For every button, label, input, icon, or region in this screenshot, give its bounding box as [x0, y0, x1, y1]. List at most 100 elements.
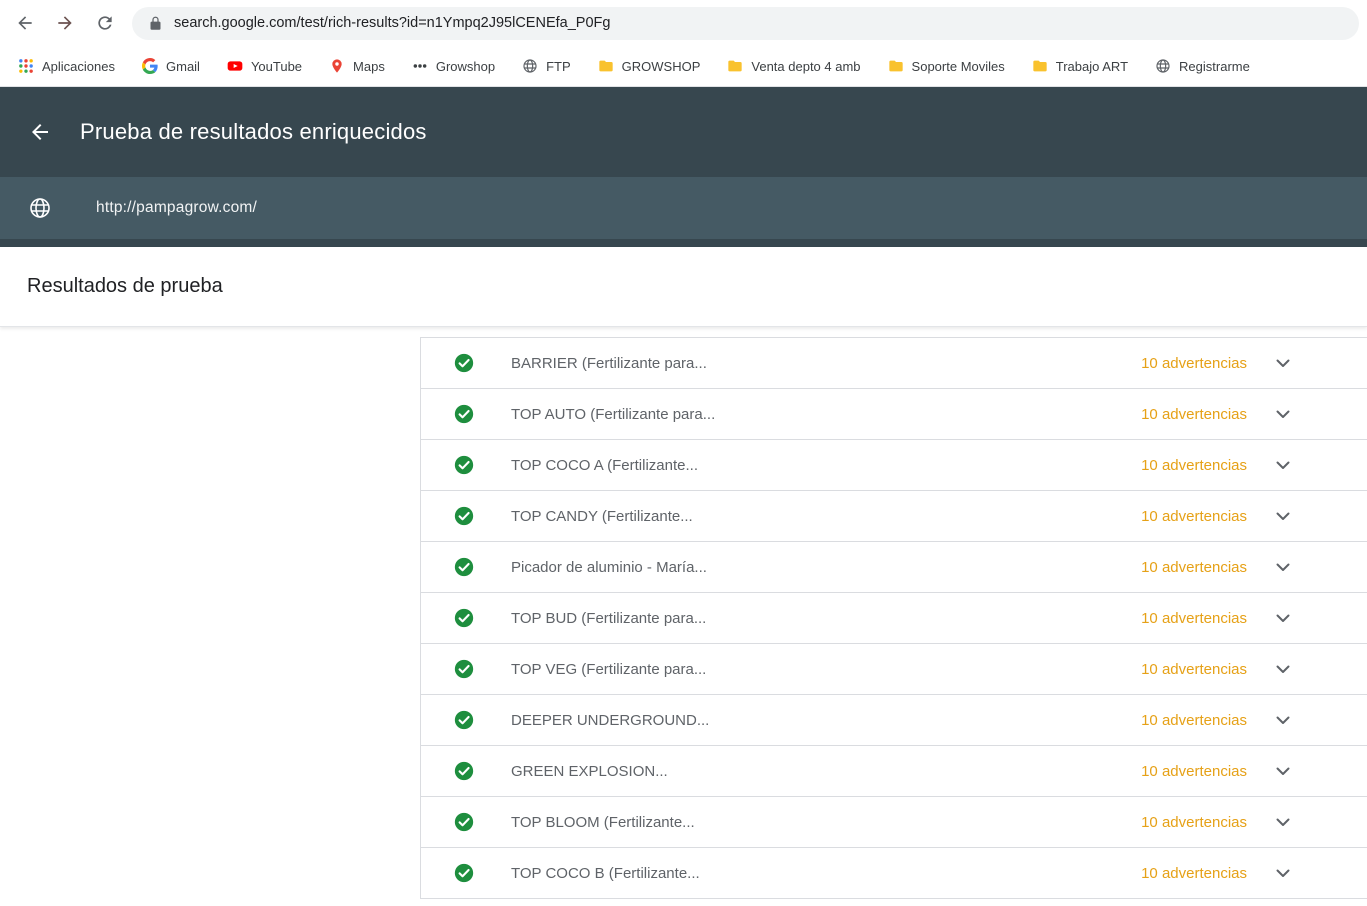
result-row[interactable]: TOP VEG (Fertilizante para... 10 adverte…	[421, 644, 1367, 695]
result-row[interactable]: DEEPER UNDERGROUND... 10 advertencias	[421, 695, 1367, 746]
dots-icon	[412, 58, 428, 74]
result-warnings[interactable]: 10 advertencias	[1141, 865, 1247, 882]
chevron-down-icon[interactable]	[1271, 606, 1295, 630]
folder-icon	[888, 58, 904, 74]
results-heading-band: Resultados de prueba	[0, 247, 1367, 327]
lock-icon	[150, 16, 161, 30]
check-circle-icon	[453, 454, 475, 476]
result-row[interactable]: TOP BLOOM (Fertilizante... 10 advertenci…	[421, 797, 1367, 848]
bookmark-label: Soporte Moviles	[911, 58, 1005, 74]
bookmark-item[interactable]: GROWSHOP	[598, 58, 701, 74]
check-circle-icon	[453, 862, 475, 884]
folder-icon	[1032, 58, 1048, 74]
bookmark-item[interactable]: FTP	[522, 58, 571, 74]
result-warnings[interactable]: 10 advertencias	[1141, 763, 1247, 780]
address-url: search.google.com/test/rich-results?id=n…	[174, 15, 611, 31]
result-warnings[interactable]: 10 advertencias	[1141, 508, 1247, 525]
chevron-down-icon[interactable]	[1271, 708, 1295, 732]
globe-icon	[1155, 58, 1171, 74]
result-label: TOP VEG (Fertilizante para...	[511, 660, 707, 678]
check-circle-icon	[453, 658, 475, 680]
check-circle-icon	[453, 352, 475, 374]
globe-icon	[522, 58, 538, 74]
bookmark-item[interactable]: Venta depto 4 amb	[727, 58, 861, 74]
chevron-down-icon[interactable]	[1271, 861, 1295, 885]
apps-grid-icon	[18, 58, 34, 74]
bookmark-item[interactable]: Registrarme	[1155, 58, 1250, 74]
check-circle-icon	[453, 760, 475, 782]
globe-icon	[30, 198, 50, 218]
result-row[interactable]: BARRIER (Fertilizante para... 10 adverte…	[421, 338, 1367, 389]
bookmark-label: Venta depto 4 amb	[751, 58, 861, 74]
page-title: Prueba de resultados enriquecidos	[80, 119, 427, 144]
result-label: TOP BLOOM (Fertilizante...	[511, 813, 695, 831]
check-circle-icon	[453, 811, 475, 833]
result-label: BARRIER (Fertilizante para...	[511, 354, 707, 372]
bookmark-label: Trabajo ART	[1055, 58, 1129, 74]
folder-icon	[727, 58, 743, 74]
chevron-down-icon[interactable]	[1271, 657, 1295, 681]
result-label: GREEN EXPLOSION...	[511, 762, 668, 780]
app-header: Prueba de resultados enriquecidos http:/…	[0, 87, 1367, 247]
result-warnings[interactable]: 10 advertencias	[1141, 559, 1247, 576]
result-row[interactable]: TOP COCO B (Fertilizante... 10 advertenc…	[421, 848, 1367, 899]
youtube-icon	[227, 58, 243, 74]
back-arrow-icon[interactable]	[28, 120, 52, 144]
back-button[interactable]	[8, 6, 42, 40]
chevron-down-icon[interactable]	[1271, 402, 1295, 426]
result-row[interactable]: TOP AUTO (Fertilizante para... 10 advert…	[421, 389, 1367, 440]
results-heading: Resultados de prueba	[27, 275, 223, 297]
bookmark-item[interactable]: Growshop	[412, 58, 495, 74]
check-circle-icon	[453, 505, 475, 527]
chevron-down-icon[interactable]	[1271, 759, 1295, 783]
result-label: Picador de aluminio - María...	[511, 558, 707, 576]
result-warnings[interactable]: 10 advertencias	[1141, 661, 1247, 678]
result-row[interactable]: TOP CANDY (Fertilizante... 10 advertenci…	[421, 491, 1367, 542]
bookmark-item[interactable]: Gmail	[142, 58, 200, 74]
result-label: TOP CANDY (Fertilizante...	[511, 507, 693, 525]
address-bar[interactable]: search.google.com/test/rich-results?id=n…	[132, 6, 1359, 40]
content-area: BARRIER (Fertilizante para... 10 adverte…	[0, 327, 1367, 906]
bookmark-label: Registrarme	[1179, 58, 1250, 74]
bookmark-item[interactable]: YouTube	[227, 58, 302, 74]
bookmark-item[interactable]: Maps	[329, 58, 385, 74]
bookmark-item[interactable]: Soporte Moviles	[888, 58, 1005, 74]
bookmark-label: Aplicaciones	[42, 58, 115, 74]
bookmark-label: GROWSHOP	[621, 58, 701, 74]
chevron-down-icon[interactable]	[1271, 810, 1295, 834]
bookmark-label: Growshop	[435, 58, 496, 74]
result-warnings[interactable]: 10 advertencias	[1141, 457, 1247, 474]
tested-url-bar: http://pampagrow.com/	[0, 177, 1367, 239]
chevron-down-icon[interactable]	[1271, 453, 1295, 477]
result-warnings[interactable]: 10 advertencias	[1141, 355, 1247, 372]
result-row[interactable]: GREEN EXPLOSION... 10 advertencias	[421, 746, 1367, 797]
result-row[interactable]: Picador de aluminio - María... 10 advert…	[421, 542, 1367, 593]
browser-toolbar: search.google.com/test/rich-results?id=n…	[0, 0, 1367, 46]
check-circle-icon	[453, 607, 475, 629]
result-row[interactable]: TOP BUD (Fertilizante para... 10 adverte…	[421, 593, 1367, 644]
bookmark-item[interactable]: Aplicaciones	[18, 58, 115, 74]
chevron-down-icon[interactable]	[1271, 351, 1295, 375]
bookmark-label: Gmail	[166, 58, 200, 74]
result-warnings[interactable]: 10 advertencias	[1141, 406, 1247, 423]
chevron-down-icon[interactable]	[1271, 555, 1295, 579]
bookmark-item[interactable]: Trabajo ART	[1032, 58, 1128, 74]
result-label: TOP AUTO (Fertilizante para...	[511, 405, 716, 423]
tested-url: http://pampagrow.com/	[96, 199, 258, 216]
reload-button[interactable]	[88, 6, 122, 40]
chevron-down-icon[interactable]	[1271, 504, 1295, 528]
check-circle-icon	[453, 403, 475, 425]
results-list: BARRIER (Fertilizante para... 10 adverte…	[420, 337, 1367, 899]
check-circle-icon	[453, 709, 475, 731]
result-warnings[interactable]: 10 advertencias	[1141, 610, 1247, 627]
result-warnings[interactable]: 10 advertencias	[1141, 814, 1247, 831]
result-row[interactable]: TOP COCO A (Fertilizante... 10 advertenc…	[421, 440, 1367, 491]
bookmark-label: Maps	[353, 58, 385, 74]
bookmark-label: YouTube	[250, 58, 303, 74]
result-warnings[interactable]: 10 advertencias	[1141, 712, 1247, 729]
result-label: TOP COCO B (Fertilizante...	[511, 864, 700, 882]
bookmark-label: FTP	[546, 58, 571, 74]
result-label: DEEPER UNDERGROUND...	[511, 711, 710, 729]
forward-button[interactable]	[48, 6, 82, 40]
google-g-icon	[142, 58, 158, 74]
